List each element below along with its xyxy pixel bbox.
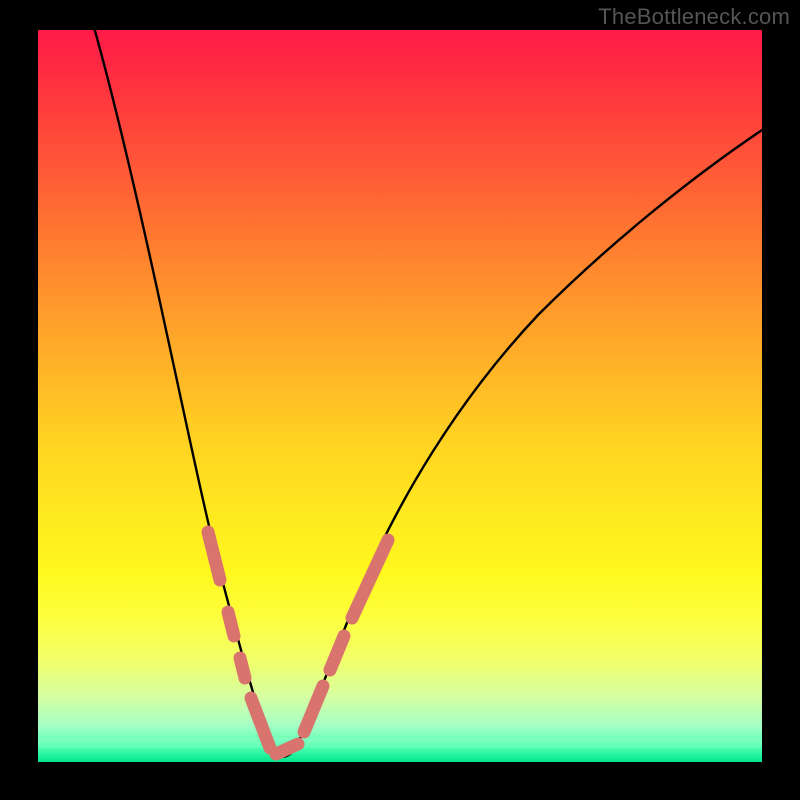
marker-seg-6	[304, 686, 323, 732]
bottleneck-curve	[83, 30, 762, 757]
marker-seg-4	[251, 698, 270, 748]
marker-seg-1	[208, 532, 220, 580]
marker-seg-8	[352, 540, 388, 618]
chart-frame: TheBottleneck.com	[0, 0, 800, 800]
curve-layer	[38, 30, 762, 762]
marker-seg-7	[330, 636, 344, 670]
marker-seg-2	[228, 612, 234, 636]
marker-seg-3	[240, 658, 245, 678]
marker-seg-5	[276, 744, 298, 754]
watermark-text: TheBottleneck.com	[598, 4, 790, 30]
